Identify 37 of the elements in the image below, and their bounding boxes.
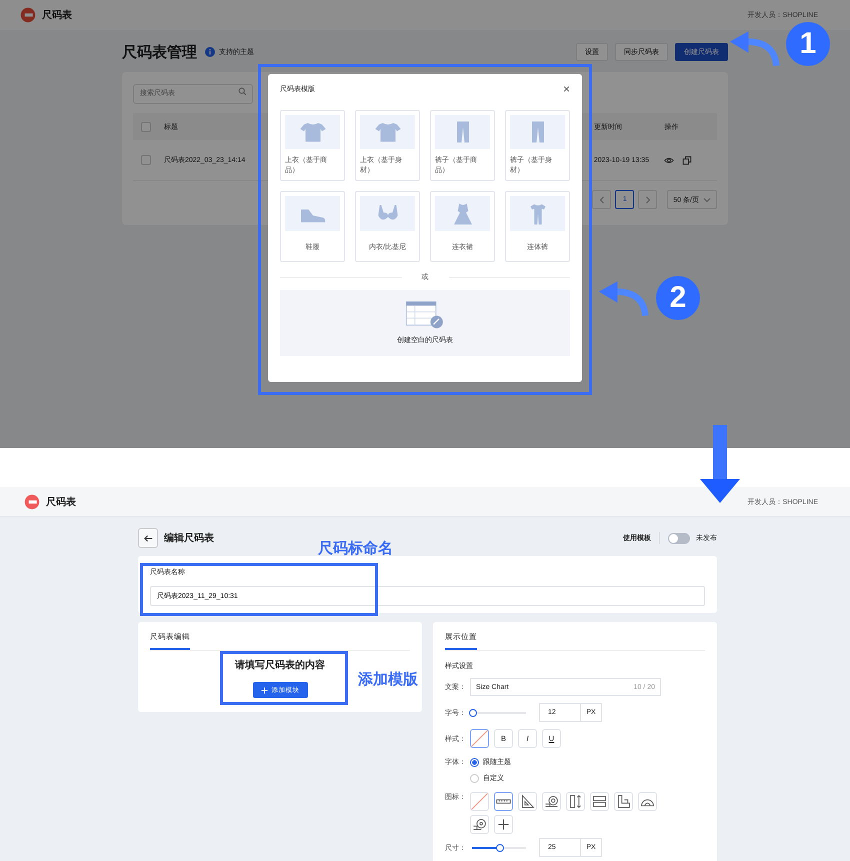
curved-arrow-icon <box>728 30 780 68</box>
tape-measure-icon <box>543 793 560 810</box>
copy-icon[interactable] <box>682 156 692 164</box>
app-name: 尺码表 <box>46 496 76 508</box>
close-button[interactable]: × <box>562 82 570 96</box>
plus-icon <box>260 686 268 694</box>
step-number: 2 <box>656 276 700 320</box>
annotation-label: 添加模版 <box>358 670 418 689</box>
page-title: 编辑尺码表 <box>164 532 214 545</box>
app-name: 尺码表 <box>42 8 72 22</box>
logo-icon <box>24 494 40 510</box>
slash-icon <box>471 793 488 810</box>
slider[interactable] <box>472 708 526 716</box>
step-number: 1 <box>786 22 830 66</box>
slider[interactable] <box>472 844 526 852</box>
chevron-down-icon <box>703 196 711 202</box>
back-arrow-icon <box>142 532 154 544</box>
page-title: 尺码表管理 <box>122 42 197 62</box>
icon-option[interactable] <box>494 792 513 811</box>
chevron-right-icon <box>644 196 651 204</box>
info-icon <box>205 47 215 57</box>
back-button[interactable] <box>138 528 158 548</box>
publish-toggle[interactable] <box>668 532 690 544</box>
slash-icon <box>471 730 488 747</box>
down-arrow-icon <box>700 425 740 503</box>
search-icon <box>238 87 247 96</box>
chevron-left-icon <box>598 196 605 204</box>
logo-icon <box>20 7 36 23</box>
annotation-label: 尺码标命名 <box>318 539 393 558</box>
eye-icon[interactable] <box>664 156 674 164</box>
row-checkbox[interactable] <box>141 155 151 165</box>
select-all-checkbox[interactable] <box>141 122 151 132</box>
table-icon <box>405 301 445 329</box>
grid-icon <box>591 793 608 810</box>
empty-prompt: 请填写尺码表的内容 <box>235 658 325 672</box>
curved-arrow-icon <box>597 280 649 318</box>
tape-measure-icon <box>471 816 488 833</box>
